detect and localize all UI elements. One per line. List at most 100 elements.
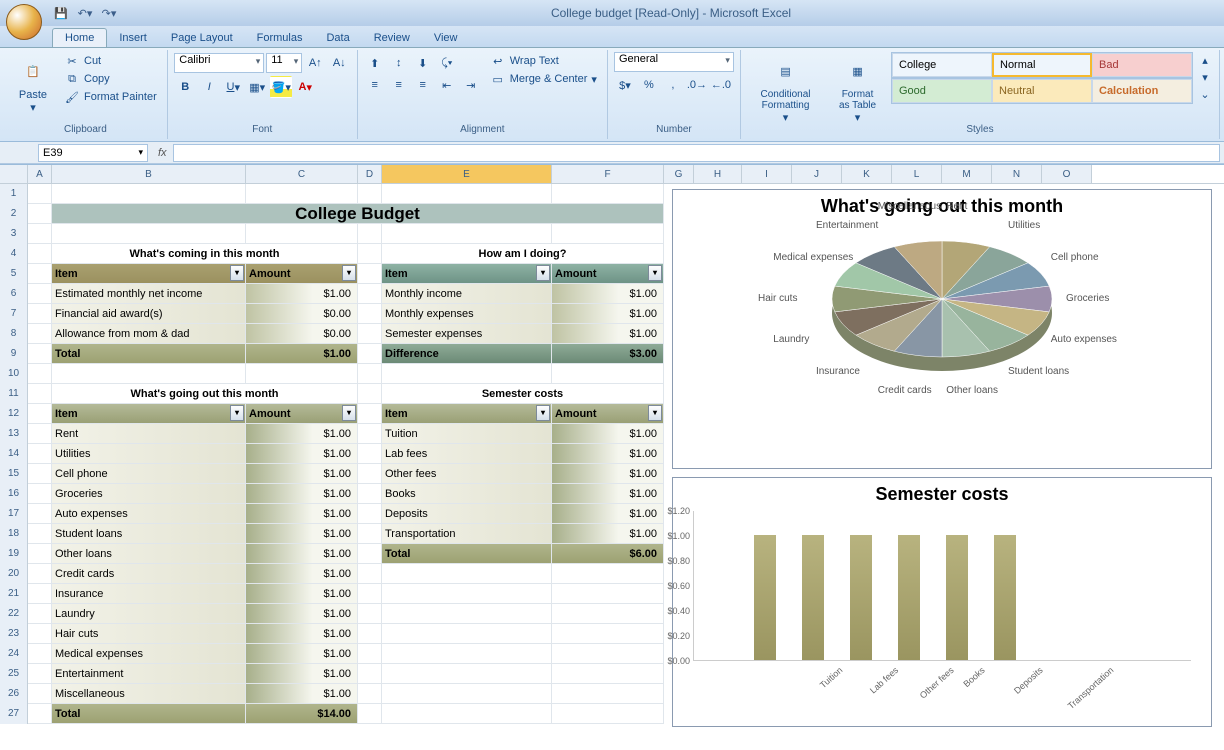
data-cell[interactable]: $1.00 xyxy=(246,664,358,684)
comma-icon[interactable]: , xyxy=(662,74,684,96)
table-header[interactable]: Amount▾ xyxy=(246,264,358,284)
section-header[interactable]: What's coming in this month xyxy=(52,244,358,264)
filter-dropdown-icon[interactable]: ▾ xyxy=(342,405,356,421)
col-header-m[interactable]: M xyxy=(942,165,992,183)
data-cell[interactable]: Monthly income xyxy=(382,284,552,304)
total-cell[interactable]: Total xyxy=(52,704,246,724)
row-header[interactable]: 25 xyxy=(0,664,28,684)
row-header[interactable]: 10 xyxy=(0,364,28,384)
total-cell[interactable]: Total xyxy=(52,344,246,364)
row-header[interactable]: 1 xyxy=(0,184,28,204)
style-good[interactable]: Good xyxy=(892,79,992,103)
col-header-c[interactable]: C xyxy=(246,165,358,183)
font-name-combo[interactable]: Calibri xyxy=(174,53,264,73)
style-bad[interactable]: Bad xyxy=(1092,53,1192,77)
data-cell[interactable]: $1.00 xyxy=(552,524,664,544)
data-cell[interactable]: $1.00 xyxy=(246,684,358,704)
filter-dropdown-icon[interactable]: ▾ xyxy=(648,405,662,421)
data-cell[interactable]: Other fees xyxy=(382,464,552,484)
gallery-scroll-up-icon[interactable]: ▴ xyxy=(1197,52,1213,68)
data-cell[interactable]: Credit cards xyxy=(52,564,246,584)
row-header[interactable]: 21 xyxy=(0,584,28,604)
data-cell[interactable]: Monthly expenses xyxy=(382,304,552,324)
data-cell[interactable]: Lab fees xyxy=(382,444,552,464)
tab-insert[interactable]: Insert xyxy=(107,29,159,47)
sheet-area[interactable]: A B C D E F G H I J K L M N O 12College … xyxy=(0,164,1224,750)
total-cell[interactable]: $6.00 xyxy=(552,544,664,564)
row-header[interactable]: 4 xyxy=(0,244,28,264)
copy-button[interactable]: ⧉Copy xyxy=(60,70,161,88)
row-header[interactable]: 6 xyxy=(0,284,28,304)
data-cell[interactable]: Laundry xyxy=(52,604,246,624)
data-cell[interactable]: Financial aid award(s) xyxy=(52,304,246,324)
col-header-b[interactable]: B xyxy=(52,165,246,183)
data-cell[interactable]: $1.00 xyxy=(246,624,358,644)
data-cell[interactable]: Cell phone xyxy=(52,464,246,484)
data-cell[interactable]: Utilities xyxy=(52,444,246,464)
tab-view[interactable]: View xyxy=(422,29,470,47)
data-cell[interactable]: $0.00 xyxy=(246,304,358,324)
table-header[interactable]: Amount▾ xyxy=(552,264,664,284)
filter-dropdown-icon[interactable]: ▾ xyxy=(536,405,550,421)
data-cell[interactable]: $1.00 xyxy=(246,564,358,584)
row-header[interactable]: 2 xyxy=(0,204,28,224)
gallery-scroll-down-icon[interactable]: ▾ xyxy=(1197,69,1213,85)
row-header[interactable]: 23 xyxy=(0,624,28,644)
gallery-more-icon[interactable]: ⌄ xyxy=(1197,86,1213,102)
data-cell[interactable]: $1.00 xyxy=(552,484,664,504)
underline-button[interactable]: U▾ xyxy=(222,76,244,98)
data-cell[interactable]: Auto expenses xyxy=(52,504,246,524)
data-cell[interactable]: $0.00 xyxy=(246,324,358,344)
data-cell[interactable]: Insurance xyxy=(52,584,246,604)
data-cell[interactable]: Deposits xyxy=(382,504,552,524)
data-cell[interactable]: Rent xyxy=(52,424,246,444)
style-neutral[interactable]: Neutral xyxy=(992,79,1092,103)
table-header[interactable]: Item▾ xyxy=(52,264,246,284)
fill-color-button[interactable]: 🪣▾ xyxy=(270,76,292,98)
align-center-icon[interactable]: ≡ xyxy=(388,74,410,96)
undo-icon[interactable]: ↶▾ xyxy=(76,4,94,22)
decrease-indent-icon[interactable]: ⇤ xyxy=(436,74,458,96)
orientation-icon[interactable]: ⤹▾ xyxy=(436,52,458,74)
row-header[interactable]: 26 xyxy=(0,684,28,704)
row-header[interactable]: 7 xyxy=(0,304,28,324)
row-header[interactable]: 12 xyxy=(0,404,28,424)
format-painter-button[interactable]: 🖌Format Painter xyxy=(60,88,161,106)
number-format-combo[interactable]: General xyxy=(614,52,734,72)
row-header[interactable]: 14 xyxy=(0,444,28,464)
increase-font-icon[interactable]: A↑ xyxy=(304,52,326,74)
row-header[interactable]: 13 xyxy=(0,424,28,444)
data-cell[interactable]: Student loans xyxy=(52,524,246,544)
filter-dropdown-icon[interactable]: ▾ xyxy=(536,265,550,281)
italic-button[interactable]: I xyxy=(198,76,220,98)
select-all-corner[interactable] xyxy=(0,165,28,183)
data-cell[interactable]: $1.00 xyxy=(552,464,664,484)
tab-home[interactable]: Home xyxy=(52,28,107,47)
tab-review[interactable]: Review xyxy=(362,29,422,47)
data-cell[interactable]: Hair cuts xyxy=(52,624,246,644)
align-middle-icon[interactable]: ↕ xyxy=(388,52,410,74)
row-header[interactable]: 16 xyxy=(0,484,28,504)
align-top-icon[interactable]: ⬆ xyxy=(364,52,386,74)
row-header[interactable]: 11 xyxy=(0,384,28,404)
pie-chart[interactable]: What's going out this month RentUtilitie… xyxy=(672,189,1212,469)
increase-decimal-icon[interactable]: .0→ xyxy=(686,74,708,96)
tab-data[interactable]: Data xyxy=(314,29,361,47)
total-cell[interactable]: $14.00 xyxy=(246,704,358,724)
conditional-formatting-button[interactable]: ▤Conditional Formatting▾ xyxy=(747,52,824,127)
col-header-a[interactable]: A xyxy=(28,165,52,183)
filter-dropdown-icon[interactable]: ▾ xyxy=(342,265,356,281)
data-cell[interactable]: Medical expenses xyxy=(52,644,246,664)
tab-formulas[interactable]: Formulas xyxy=(245,29,315,47)
paste-button[interactable]: 📋Paste▾ xyxy=(10,52,56,117)
data-cell[interactable]: Miscellaneous xyxy=(52,684,246,704)
data-cell[interactable]: $1.00 xyxy=(246,584,358,604)
row-header[interactable]: 20 xyxy=(0,564,28,584)
data-cell[interactable]: Entertainment xyxy=(52,664,246,684)
col-header-j[interactable]: J xyxy=(792,165,842,183)
table-header[interactable]: Amount▾ xyxy=(552,404,664,424)
cut-button[interactable]: ✂Cut xyxy=(60,52,161,70)
style-calculation[interactable]: Calculation xyxy=(1092,79,1192,103)
border-button[interactable]: ▦▾ xyxy=(246,76,268,98)
align-right-icon[interactable]: ≡ xyxy=(412,74,434,96)
